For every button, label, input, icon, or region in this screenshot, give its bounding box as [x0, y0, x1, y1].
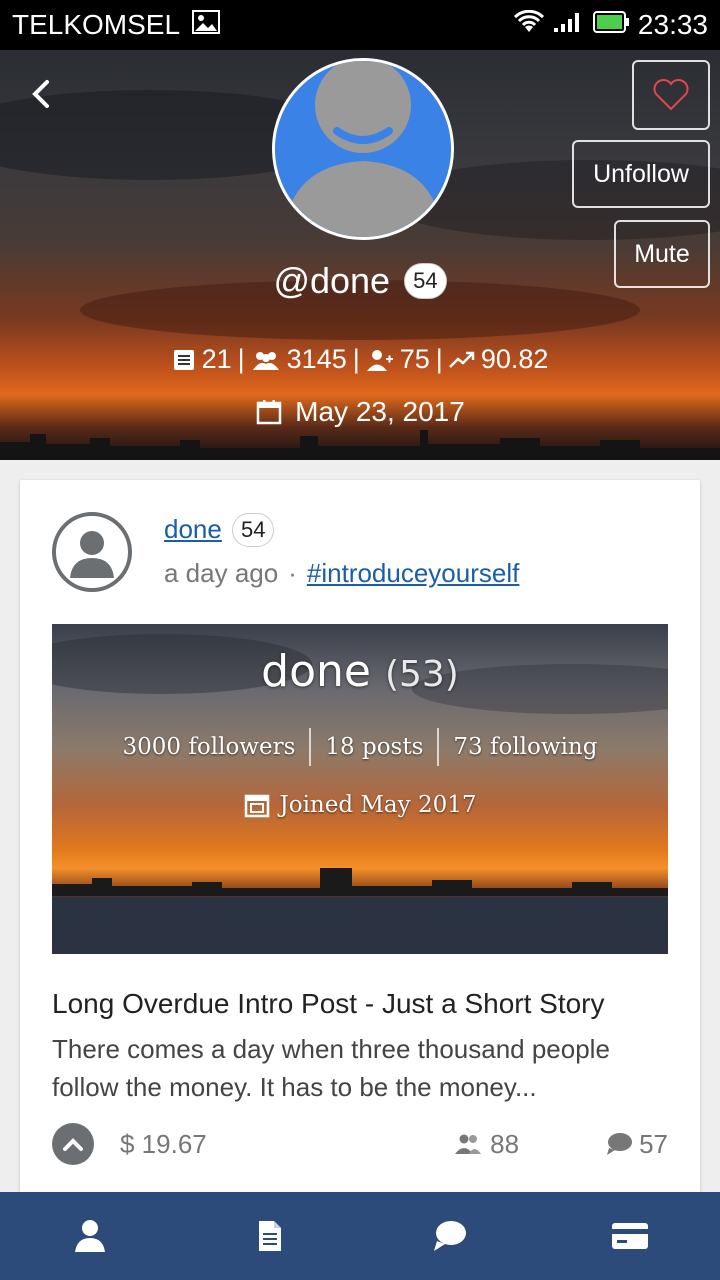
unfollow-button[interactable]: Unfollow	[572, 140, 710, 208]
signal-icon	[552, 9, 584, 41]
voting-power-stat: 90.82	[448, 344, 549, 375]
thumbnail-following: 73 following	[453, 734, 598, 760]
favorite-button[interactable]	[632, 60, 710, 130]
chevron-left-icon	[32, 80, 49, 108]
voters-value: 88	[490, 1128, 520, 1159]
payout-value[interactable]: $ 19.67	[120, 1129, 207, 1160]
thumbnail-name: done	[261, 646, 371, 697]
followers-count: 3145	[286, 344, 347, 374]
post-thumbnail[interactable]: done (53) 3000 followers 18 posts 73 fol…	[52, 624, 668, 954]
following-stat: 75	[366, 344, 430, 375]
post-excerpt: There comes a day when three thousand pe…	[52, 1034, 610, 1102]
comment-icon	[607, 1133, 633, 1155]
nav-profile[interactable]	[50, 1206, 130, 1266]
user-icon	[70, 531, 114, 578]
post-card[interactable]: done 54 a day ago · #introduceyourself d…	[20, 480, 700, 1200]
profile-icon	[75, 1220, 105, 1252]
group-icon	[252, 351, 279, 370]
voters-count[interactable]: 88	[454, 1129, 519, 1160]
thumbnail-followers: 3000 followers	[122, 734, 296, 760]
meta-separator: ·	[288, 558, 297, 588]
profile-stats: 21 | 3145 | 75 | 90.82	[0, 344, 720, 375]
bottom-navigation	[0, 1192, 720, 1280]
thumbnail-joined-label: Joined May 2017	[279, 792, 477, 818]
joined-row: May 23, 2017	[0, 396, 720, 428]
post-time: a day ago	[164, 558, 279, 588]
handle-row: @done 54	[0, 260, 720, 302]
profile-avatar	[272, 58, 454, 240]
voting-power-value: 90.82	[480, 344, 549, 374]
following-count: 75	[399, 344, 430, 374]
divider	[437, 728, 440, 766]
post-footer: $ 19.67 88 57	[52, 1122, 668, 1166]
followers-stat: 3145	[251, 344, 347, 375]
status-bar: TELKOMSEL 23:33	[0, 0, 720, 50]
chat-icon	[434, 1221, 466, 1251]
upvote-button[interactable]	[52, 1123, 94, 1165]
nav-wallet[interactable]	[590, 1206, 670, 1266]
thumbnail-stats: 3000 followers 18 posts 73 following	[52, 728, 668, 766]
joined-date: May 23, 2017	[295, 396, 465, 427]
stat-separator: |	[352, 344, 360, 374]
thumbnail-title: done (53)	[52, 646, 668, 697]
back-button[interactable]	[20, 74, 60, 114]
heart-icon	[653, 79, 689, 111]
clock: 23:33	[637, 9, 708, 40]
image-icon	[192, 9, 221, 41]
divider	[309, 728, 312, 766]
trending-up-icon	[448, 351, 475, 368]
default-user-icon	[275, 61, 451, 237]
thumbnail-skyline	[52, 868, 668, 896]
reputation-badge: 54	[404, 263, 447, 299]
thumbnail-rep: (53)	[384, 654, 459, 695]
calendar-icon	[256, 400, 282, 425]
post-tag-link[interactable]: #introduceyourself	[307, 558, 519, 589]
comments-value: 57	[639, 1128, 668, 1159]
posts-count: 21	[201, 344, 232, 374]
profile-header: Unfollow Mute @done 54 21 | 3145 | 75 | …	[0, 50, 720, 460]
post-title[interactable]: Long Overdue Intro Post - Just a Short S…	[52, 988, 672, 1020]
stat-separator: |	[435, 344, 443, 374]
posts-icon	[173, 349, 194, 370]
thumbnail-joined: Joined May 2017	[52, 792, 668, 818]
author-reputation-badge: 54	[232, 513, 275, 547]
nav-posts[interactable]	[230, 1206, 310, 1266]
author-name-link[interactable]: done	[164, 514, 222, 545]
document-icon	[259, 1221, 281, 1251]
chevron-up-icon	[63, 1138, 83, 1151]
stat-separator: |	[237, 344, 245, 374]
voters-icon	[455, 1134, 482, 1154]
wifi-icon	[513, 9, 544, 41]
calendar-icon	[244, 794, 269, 818]
profile-handle: @done	[273, 260, 391, 301]
wallet-icon	[612, 1223, 648, 1249]
battery-icon	[592, 9, 630, 41]
author-avatar[interactable]	[52, 512, 132, 592]
user-plus-icon	[366, 349, 393, 371]
post-meta: a day ago · #introduceyourself	[164, 558, 519, 589]
nav-messages[interactable]	[410, 1206, 490, 1266]
thumbnail-posts: 18 posts	[325, 734, 424, 760]
comments-count[interactable]: 57	[605, 1129, 668, 1160]
posts-stat: 21	[172, 344, 232, 375]
carrier-label: TELKOMSEL	[12, 9, 181, 40]
